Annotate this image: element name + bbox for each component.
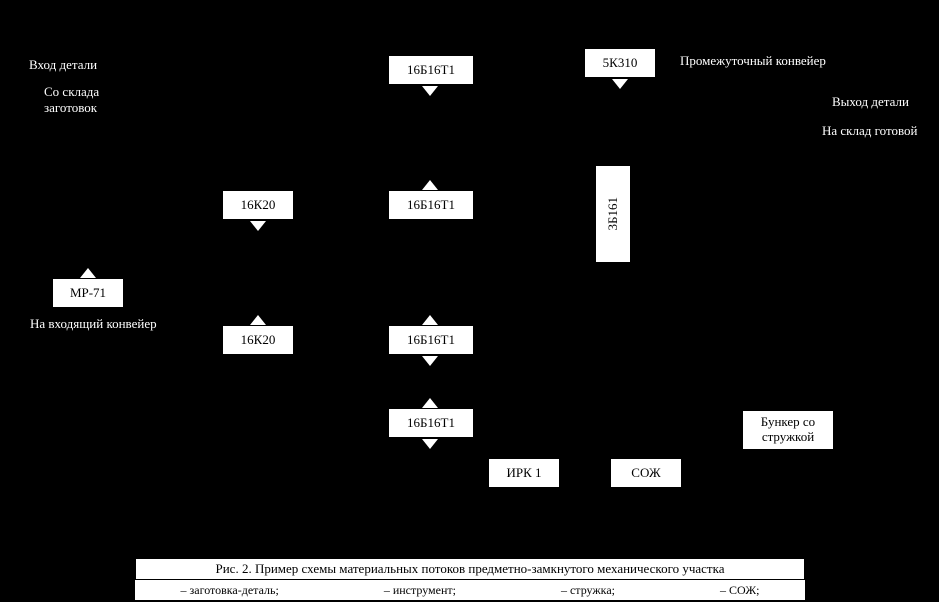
label-na-vhod-konveer: На входящий конвейер xyxy=(30,316,180,332)
node-bunker: Бункер со стружкой xyxy=(742,410,834,450)
legend-soj: – СОЖ; xyxy=(720,583,759,598)
node-16b16t1-low-label: 16Б16Т1 xyxy=(407,332,455,348)
label-prom-konveer: Промежуточный конвейер xyxy=(680,53,830,69)
node-16k20-b-label: 16К20 xyxy=(241,332,276,348)
tri-b16t1-top-bot xyxy=(422,86,438,96)
node-16k20-b: 16К20 xyxy=(222,325,294,355)
tri-16k20b-top xyxy=(250,315,266,325)
node-bunker-label: Бункер со стружкой xyxy=(747,415,829,445)
node-16k20-a-label: 16К20 xyxy=(241,197,276,213)
label-vyhod-detali: Выход детали xyxy=(832,94,932,110)
node-16b16t1-mid: 16Б16Т1 xyxy=(388,190,474,220)
legend-row: – заготовка-деталь; – инструмент; – стру… xyxy=(135,580,805,600)
node-5k310: 5К310 xyxy=(584,48,656,78)
node-16b16t1-bot: 16Б16Т1 xyxy=(388,408,474,438)
node-16b16t1-mid-label: 16Б16Т1 xyxy=(407,197,455,213)
tri-b16t1-bot-top xyxy=(422,398,438,408)
figure-caption: Рис. 2. Пример схемы материальных потоко… xyxy=(135,558,805,580)
legend-soj-text: – СОЖ; xyxy=(720,583,759,598)
tri-mp71-top xyxy=(80,268,96,278)
legend-instrument: – инструмент; xyxy=(384,583,456,598)
diagram-canvas: Вход детали Со склада заготовок На входя… xyxy=(0,0,939,602)
legend-struzhka: – стружка; xyxy=(561,583,615,598)
label-vhod-detali: Вход детали xyxy=(29,57,139,73)
node-irk-label: ИРК 1 xyxy=(506,465,541,481)
legend-zagotovka: – заготовка-деталь; xyxy=(181,583,279,598)
node-soj: СОЖ xyxy=(610,458,682,488)
tri-b16t1-mid-top xyxy=(422,180,438,190)
legend-zagotovka-text: – заготовка-деталь; xyxy=(181,583,279,598)
node-16b16t1-top-label: 16Б16Т1 xyxy=(407,62,455,78)
label-so-sklada: Со склада заготовок xyxy=(44,84,134,115)
node-5k310-label: 5К310 xyxy=(603,55,638,71)
node-soj-label: СОЖ xyxy=(631,465,660,481)
node-16k20-a: 16К20 xyxy=(222,190,294,220)
node-3b161-label: 3Б161 xyxy=(605,197,621,230)
node-16b16t1-low: 16Б16Т1 xyxy=(388,325,474,355)
node-mp71: МР-71 xyxy=(52,278,124,308)
tri-b16t1-bot-bot xyxy=(422,439,438,449)
node-16b16t1-top: 16Б16Т1 xyxy=(388,55,474,85)
node-16b16t1-bot-label: 16Б16Т1 xyxy=(407,415,455,431)
tri-5k310-bot xyxy=(612,79,628,89)
node-irk: ИРК 1 xyxy=(488,458,560,488)
figure-caption-text: Рис. 2. Пример схемы материальных потоко… xyxy=(216,561,725,577)
legend-instrument-text: – инструмент; xyxy=(384,583,456,598)
tri-16k20a-bot xyxy=(250,221,266,231)
node-mp71-label: МР-71 xyxy=(70,285,106,301)
node-3b161: 3Б161 xyxy=(595,165,631,263)
label-na-sklad: На склад готовой xyxy=(822,123,932,139)
legend-struzhka-text: – стружка; xyxy=(561,583,615,598)
tri-b16t1-low-top xyxy=(422,315,438,325)
tri-b16t1-low-bot xyxy=(422,356,438,366)
